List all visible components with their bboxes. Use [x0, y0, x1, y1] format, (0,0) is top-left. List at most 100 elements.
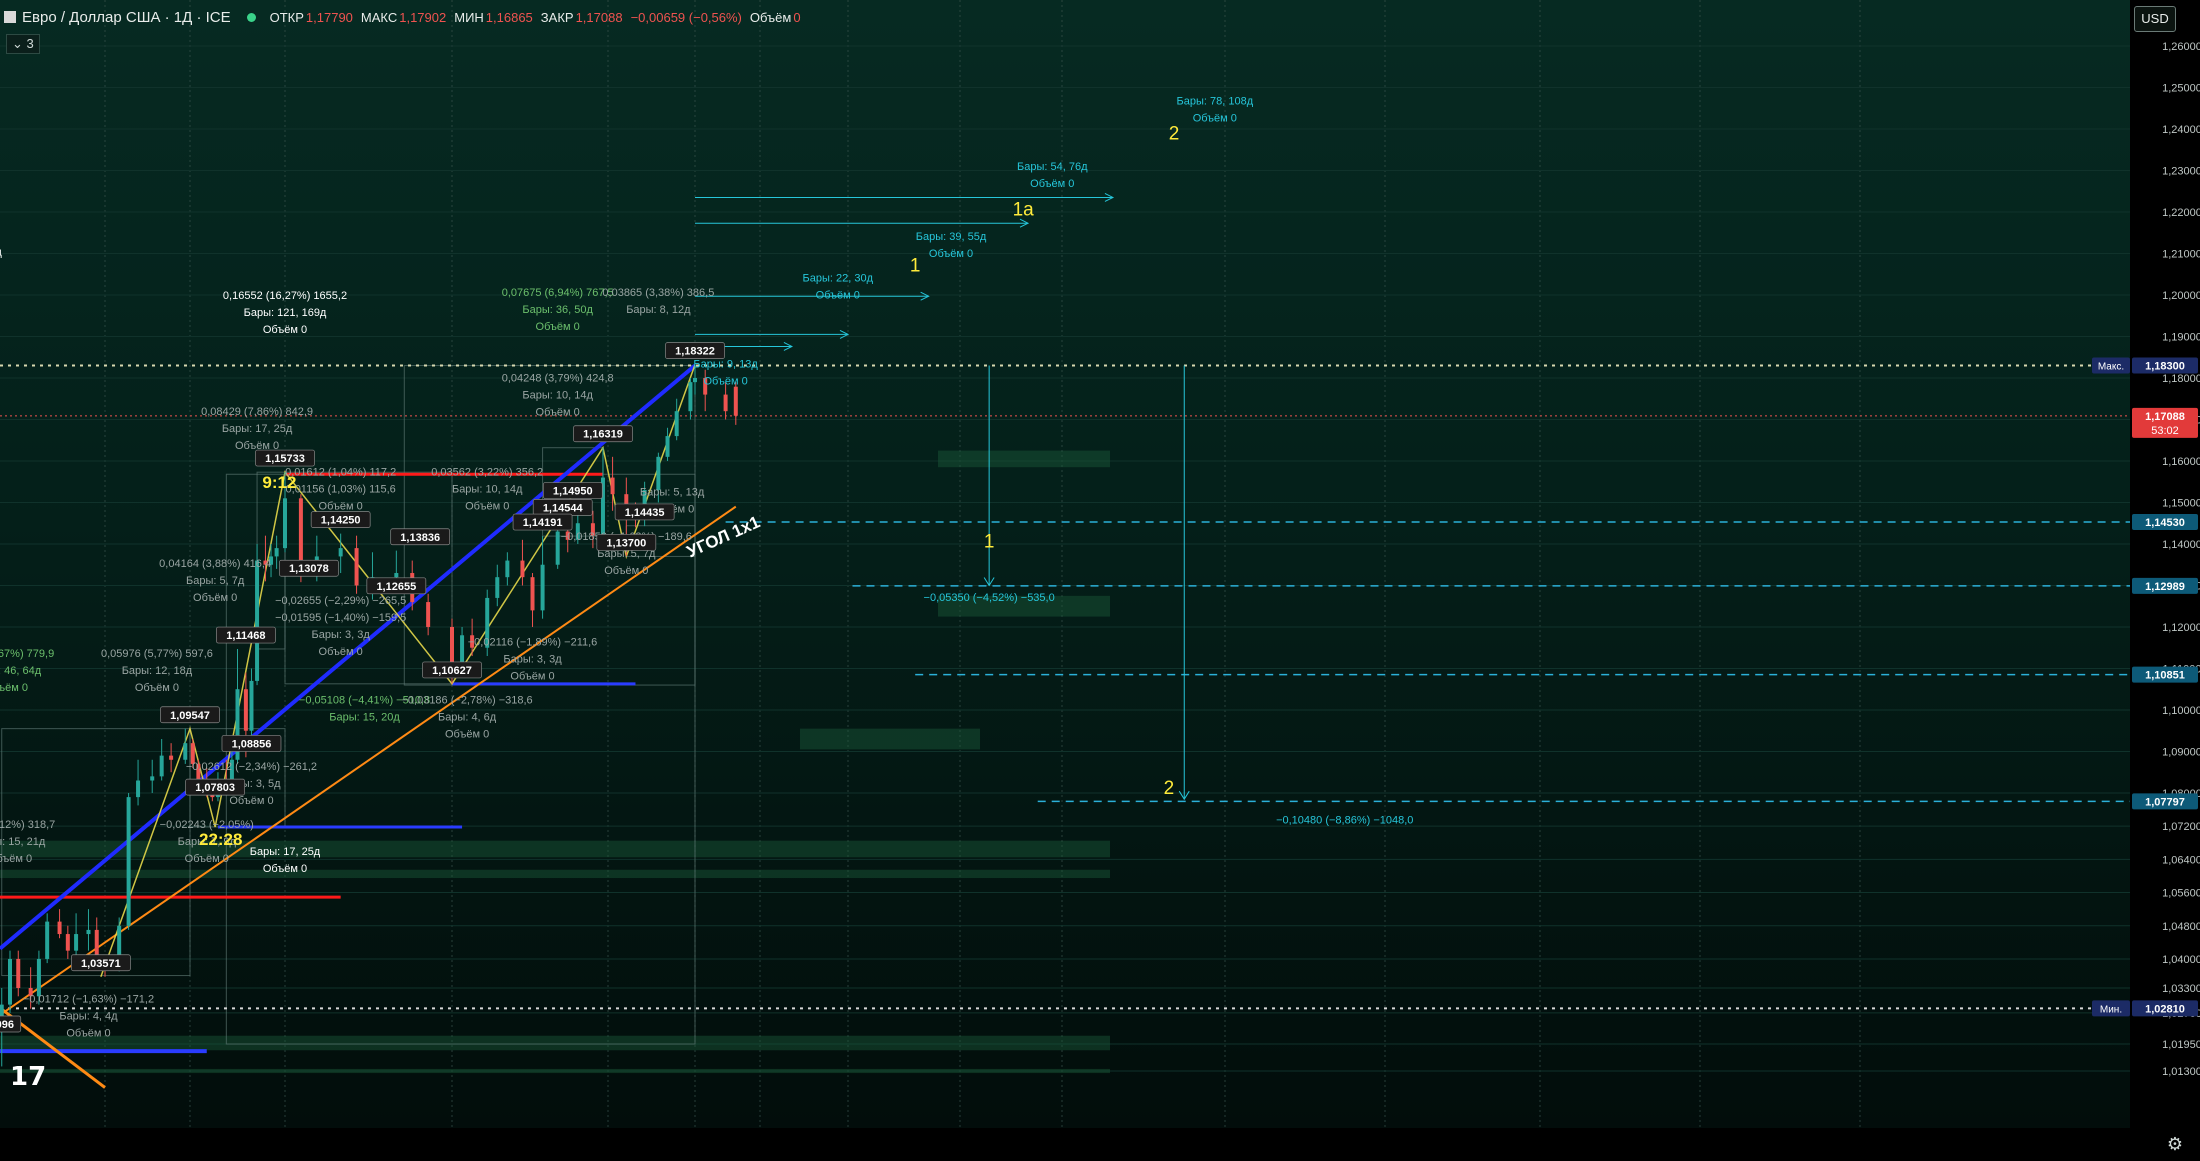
candle-body [733, 386, 738, 416]
candle [169, 743, 174, 773]
volume-label: Объём [749, 9, 792, 25]
candle-body [394, 573, 399, 578]
measure-label: Бары: 199, 279д [0, 247, 2, 259]
measure-label: Объём 0 [319, 646, 363, 658]
candle-body [354, 548, 359, 586]
candle-body [505, 560, 510, 578]
measure-label: Объём 0 [1193, 113, 1237, 125]
measure-label: Объём 0 [263, 863, 307, 875]
annotation-label: 2 [1169, 123, 1180, 144]
price-axis-tick: 1,20000 [2162, 290, 2200, 302]
measure-label: Объём 0 [0, 853, 32, 865]
measure-label: Бары: 9, 13д [693, 359, 758, 371]
candle [338, 533, 343, 574]
tradingview-logo-icon: 17 [10, 1062, 47, 1092]
pivot-label-text: 1,07803 [195, 782, 235, 794]
symbol-title[interactable]: Евро / Доллар США · 1Д · ICE [22, 9, 231, 26]
pivot-label: 2096 [0, 1015, 22, 1033]
price-mark: 1,10851 [2132, 666, 2198, 683]
measure-label: Бары: 5, 7д [186, 575, 245, 587]
measure-label: Бары: 4, 4д [59, 1011, 118, 1023]
measure-label: Объём 0 [929, 248, 973, 260]
candle [540, 536, 545, 619]
support-zone [0, 869, 1110, 879]
price-mark: 1,17088 53:02 [2132, 407, 2198, 438]
candle [126, 792, 131, 930]
price-axis-tick: 1,25000 [2162, 82, 2200, 94]
pivot-label: 1,18322 [665, 342, 725, 359]
pivot-label: 1,14544 [532, 499, 593, 516]
candle-body [74, 934, 79, 951]
measure-label: −0,02116 (−1,89%) −211,6 [468, 637, 598, 649]
price-axis-tick: 1,03300 [2162, 983, 2200, 995]
price-axis-tick: 1,01950 [2162, 1039, 2200, 1051]
candle-body [169, 755, 174, 760]
candle-body [665, 436, 670, 457]
price-mark-label: 1,12989 [2145, 581, 2185, 593]
price-mark-label: 1,07797 [2145, 796, 2185, 808]
price-chart[interactable]: 0,16552 (16,27%) 1655,2 Бары: 121, 169д Об… [0, 0, 2200, 1161]
pivot-label-text: 1,16319 [583, 429, 623, 441]
pivot-label: 1,15733 [255, 449, 315, 467]
measure-label: −0,01712 (−1,63%) −171,2 [23, 994, 154, 1006]
measure-label: 0,01156 (1,03%) 115,6 [286, 484, 396, 496]
measure-label: Бары: 5, 13д [640, 486, 705, 498]
pivot-label-text: 1,09547 [170, 710, 210, 722]
chart-header: Евро / Доллар США · 1Д · ICE ОТКР 1,1779… [4, 6, 809, 28]
candle [159, 739, 164, 781]
annotation-label: 1 [910, 255, 921, 276]
measure-label: Бары: 10, 14д [452, 484, 523, 496]
candle [495, 564, 500, 607]
price-axis-tick: 1,06400 [2162, 854, 2200, 866]
measure-label: Объём 0 [185, 853, 229, 865]
candle [665, 427, 670, 461]
candle [733, 382, 738, 425]
measure-label: Бары: 39, 55д [916, 231, 987, 243]
measure-label: 0,03865 (3,38%) 386,5 [602, 287, 714, 299]
measure-label: 187 (3,12%) 318,7 [0, 819, 55, 831]
candle-body [693, 377, 697, 383]
price-axis-tick: 1,09000 [2162, 746, 2200, 758]
time-axis[interactable] [0, 1128, 2200, 1161]
measure-label: Объём 0 [445, 729, 489, 741]
pivot-label-text: 1,13078 [289, 563, 329, 575]
indicators-toggle[interactable]: ⌄ 3 [6, 34, 40, 54]
measure-label: Объём 0 [319, 501, 363, 513]
price-mark: 1,18300 Макс. [2092, 357, 2198, 374]
annotation-label: 9:12 [262, 473, 296, 492]
candle-body [249, 680, 254, 731]
candle [426, 593, 431, 636]
candle [688, 377, 693, 420]
chevron-down-icon: ⌄ [12, 36, 23, 51]
pivot-label-text: 1,03571 [81, 958, 121, 970]
candle-body [255, 560, 260, 681]
price-axis-tick: 1,04000 [2162, 954, 2200, 966]
candle-body [86, 929, 91, 935]
candle [674, 398, 679, 441]
target-levels [725, 521, 2130, 803]
measure-label: Объём 0 [263, 324, 307, 336]
candle-body [65, 934, 70, 951]
candle [505, 552, 510, 586]
measure-label: 0,08429 (7,86%) 842,9 [201, 406, 313, 418]
candle-body [723, 394, 728, 412]
measure-label: Бары: 17, 25д [250, 846, 321, 858]
measure-label: Объём 0 [229, 795, 273, 807]
currency-button[interactable]: USD [2134, 6, 2176, 32]
price-axis-tick: 1,04800 [2162, 921, 2200, 933]
measure-label: Объём 0 [510, 671, 554, 683]
price-axis-tick: 1,07200 [2162, 821, 2200, 833]
measure-label: Бары: 15, 21д [0, 836, 46, 848]
pivot-label: 1,12655 [366, 577, 427, 595]
candle-body [274, 548, 279, 557]
price-mark-label: 1,18300 [2145, 361, 2185, 373]
gear-icon[interactable]: ⚙ [2160, 1128, 2190, 1161]
pivot-labels: 1,18322 1,16319 1,15733 1,14950 1,14544 1,144… [0, 342, 725, 1033]
price-axis-tick: 1,05600 [2162, 888, 2200, 900]
price-axis-tick: 1,23000 [2162, 165, 2200, 177]
candle [136, 759, 141, 806]
candle-body [150, 776, 155, 781]
candle-body [126, 797, 131, 926]
measure-label: Бары: 12, 18д [122, 665, 193, 677]
measure-label: −0,01595 (−1,40%) −159,5 [275, 612, 406, 624]
